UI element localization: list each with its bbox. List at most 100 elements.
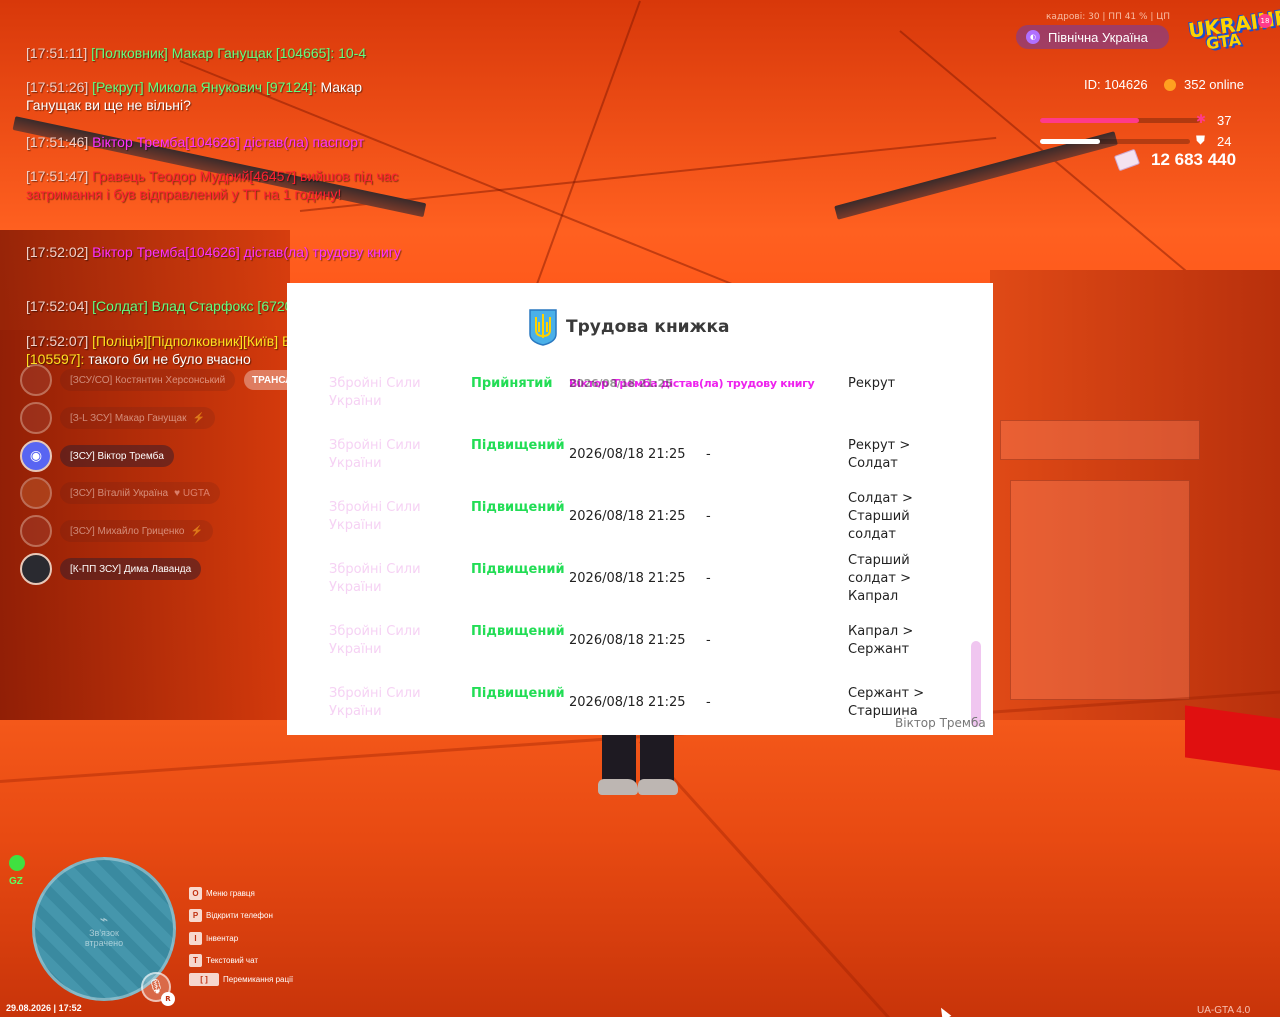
heart-icon: ✱ bbox=[1196, 112, 1207, 126]
player-shoe bbox=[638, 779, 678, 795]
voice-member: ◉ [ЗСУ] Віктор Трембa bbox=[20, 440, 174, 472]
help-label: Перемикання рації bbox=[223, 975, 294, 984]
row-type: Підвищений bbox=[471, 686, 565, 701]
row-organization: Збройні Сили України bbox=[329, 500, 421, 533]
voice-member-name: [ЗСУ/СО] Костянтин Херсонський bbox=[60, 369, 236, 391]
row-type: Підвищений bbox=[471, 624, 565, 639]
online-icon bbox=[1164, 79, 1176, 91]
row-rank: Солдат > Старший солдат bbox=[848, 491, 913, 542]
chat-text: Віктор Трембa[104626] дістав(ла) паспорт bbox=[92, 134, 365, 150]
row-note: - bbox=[706, 695, 711, 710]
voice-tag: ♥ UGTA bbox=[174, 487, 210, 499]
logo-line2: GTA bbox=[1204, 29, 1243, 54]
avatar bbox=[20, 402, 52, 434]
minimap-status: Зв'язок втрачено bbox=[84, 927, 124, 948]
armor-bar-fill bbox=[1040, 139, 1100, 144]
chat-timestamp: [17:51:26] bbox=[26, 79, 89, 95]
voice-member-name: [ЗСУ] Михайло Гриценко ⚡ bbox=[60, 520, 213, 542]
date-time: 29.08.2026 | 17:52 bbox=[6, 1003, 82, 1013]
row-note: - bbox=[706, 447, 711, 462]
chat-text: [Полковник] Макар Ганущак [104665]: 10-4 bbox=[91, 45, 367, 61]
help-label: Меню гравця bbox=[206, 889, 255, 898]
avatar bbox=[20, 477, 52, 509]
voice-member-label: [ЗСУ] Віталій Україна bbox=[70, 487, 169, 499]
row-rank: Рекрут bbox=[848, 376, 896, 391]
chat-message: [17:52:02] Віктор Трембa[104626] дістав(… bbox=[26, 243, 406, 261]
row-type: Підвищений bbox=[471, 500, 565, 515]
table-row: Збройні Сили України Підвищений 2026/08/… bbox=[287, 623, 977, 685]
avatar bbox=[20, 364, 52, 396]
chat-text: [Солдат] Влад Старфокс [67209]: bbox=[92, 298, 309, 314]
player-leg bbox=[640, 733, 674, 785]
row-organization: Збройні Сили України bbox=[329, 562, 421, 595]
voice-member: [К-ПП ЗСУ] Дима Лаванда bbox=[20, 553, 202, 585]
health-bar bbox=[1040, 118, 1200, 123]
voice-member-label: [ЗСУ] Михайло Гриценко bbox=[70, 525, 185, 537]
chat-message: [17:51:11] [Полковник] Макар Ганущак [10… bbox=[26, 44, 426, 62]
voice-member-name: [ЗСУ] Віктор Трембa bbox=[60, 445, 174, 467]
row-date: 2026/08/18 21:25 bbox=[569, 447, 686, 462]
shield-icon: ⛊ bbox=[1196, 133, 1206, 147]
health-value: 37 bbox=[1217, 113, 1232, 128]
dialog-title: Трудова книжка bbox=[566, 317, 730, 337]
dialog-scrollbar[interactable] bbox=[971, 641, 981, 727]
workbook-header: Трудова книжка bbox=[528, 308, 730, 346]
row-date: 2026/08/18 21:25 bbox=[569, 509, 686, 524]
age-rating-badge: 18 bbox=[1258, 14, 1272, 28]
key-badge: T bbox=[189, 954, 202, 967]
row-organization: Збройні Сили України bbox=[329, 438, 421, 471]
chat-timestamp: [17:52:07] bbox=[26, 333, 89, 349]
voice-member: [З-L ЗСУ] Макар Ганущак ⚡ bbox=[20, 402, 215, 434]
coat-of-arms-icon bbox=[529, 309, 557, 346]
chat-timestamp: [17:51:47] bbox=[26, 168, 89, 184]
cabinet bbox=[1010, 480, 1190, 700]
performance-readout: кадрові: 30 | ПП 41 % | ЦП bbox=[1046, 12, 1171, 22]
help-label: Відкрити телефон bbox=[206, 911, 273, 920]
help-hint: [ ] Перемикання рації bbox=[189, 973, 293, 986]
chat-sender: [Рекрут] Микола Янукович [97124]: bbox=[92, 79, 317, 95]
player-leg bbox=[602, 733, 636, 785]
mic-key-badge: R bbox=[161, 992, 175, 1006]
row-note: - bbox=[706, 571, 711, 586]
no-signal-icon: ⌁ bbox=[99, 910, 109, 927]
help-hint: I Інвентар bbox=[189, 932, 238, 945]
health-bar-fill bbox=[1040, 118, 1140, 123]
chat-message: [17:51:26] [Рекрут] Микола Янукович [971… bbox=[26, 78, 396, 114]
key-badge: P bbox=[189, 909, 202, 922]
row-type: Підвищений bbox=[471, 438, 565, 453]
game-logo: UKRAINE GTA 18 bbox=[1187, 5, 1280, 54]
voice-tag: ⚡ bbox=[190, 525, 203, 537]
table-row: Збройні Сили України Підвищений 2026/08/… bbox=[287, 685, 977, 735]
armor-value: 24 bbox=[1217, 134, 1232, 149]
key-badge: I bbox=[189, 932, 202, 945]
voice-member-name: [К-ПП ЗСУ] Дима Лаванда bbox=[60, 558, 202, 580]
row-rank: Рекрут > Солдат bbox=[848, 438, 911, 471]
money-value: 12 683 440 bbox=[1151, 150, 1237, 169]
voice-member-label: [З-L ЗСУ] Макар Ганущак bbox=[70, 412, 187, 424]
row-date: 2026/08/18 21:25 bbox=[569, 377, 673, 390]
server-badge: ◐ Північна Україна bbox=[1016, 25, 1169, 49]
row-rank: Капрал > Сержант bbox=[848, 624, 914, 657]
armor-bar bbox=[1040, 139, 1190, 144]
key-badge: O bbox=[189, 887, 202, 900]
online-count: 352 online bbox=[1184, 77, 1244, 92]
help-hint: T Текстовий чат bbox=[189, 954, 258, 967]
greenzone-label: GZ bbox=[9, 876, 23, 887]
table-row: Збройні Сили України Підвищений 2026/08/… bbox=[287, 553, 977, 623]
voice-member-name: [З-L ЗСУ] Макар Ганущак ⚡ bbox=[60, 407, 215, 429]
workbook-dialog: Трудова книжка Збройні Сили України Прий… bbox=[287, 283, 993, 735]
chat-message: [17:51:46] Віктор Трембa[104626] дістав(… bbox=[26, 133, 426, 151]
help-hint: P Відкрити телефон bbox=[189, 909, 273, 922]
issuer-name: Віктор Трембa bbox=[895, 716, 986, 730]
voice-member: [ЗСУ] Віталій Україна ♥ UGTA bbox=[20, 477, 220, 509]
player-id: ID: 104626 bbox=[1084, 77, 1148, 92]
server-icon: ◐ bbox=[1026, 30, 1040, 44]
voice-tag: ⚡ bbox=[192, 412, 205, 424]
row-organization: Збройні Сили України bbox=[329, 686, 421, 719]
avatar bbox=[20, 515, 52, 547]
player-character bbox=[598, 733, 678, 795]
chat-timestamp: [17:51:46] bbox=[26, 134, 89, 150]
row-note: - bbox=[706, 633, 711, 648]
key-badge: [ ] bbox=[189, 973, 219, 986]
chat-timestamp: [17:52:04] bbox=[26, 298, 89, 314]
